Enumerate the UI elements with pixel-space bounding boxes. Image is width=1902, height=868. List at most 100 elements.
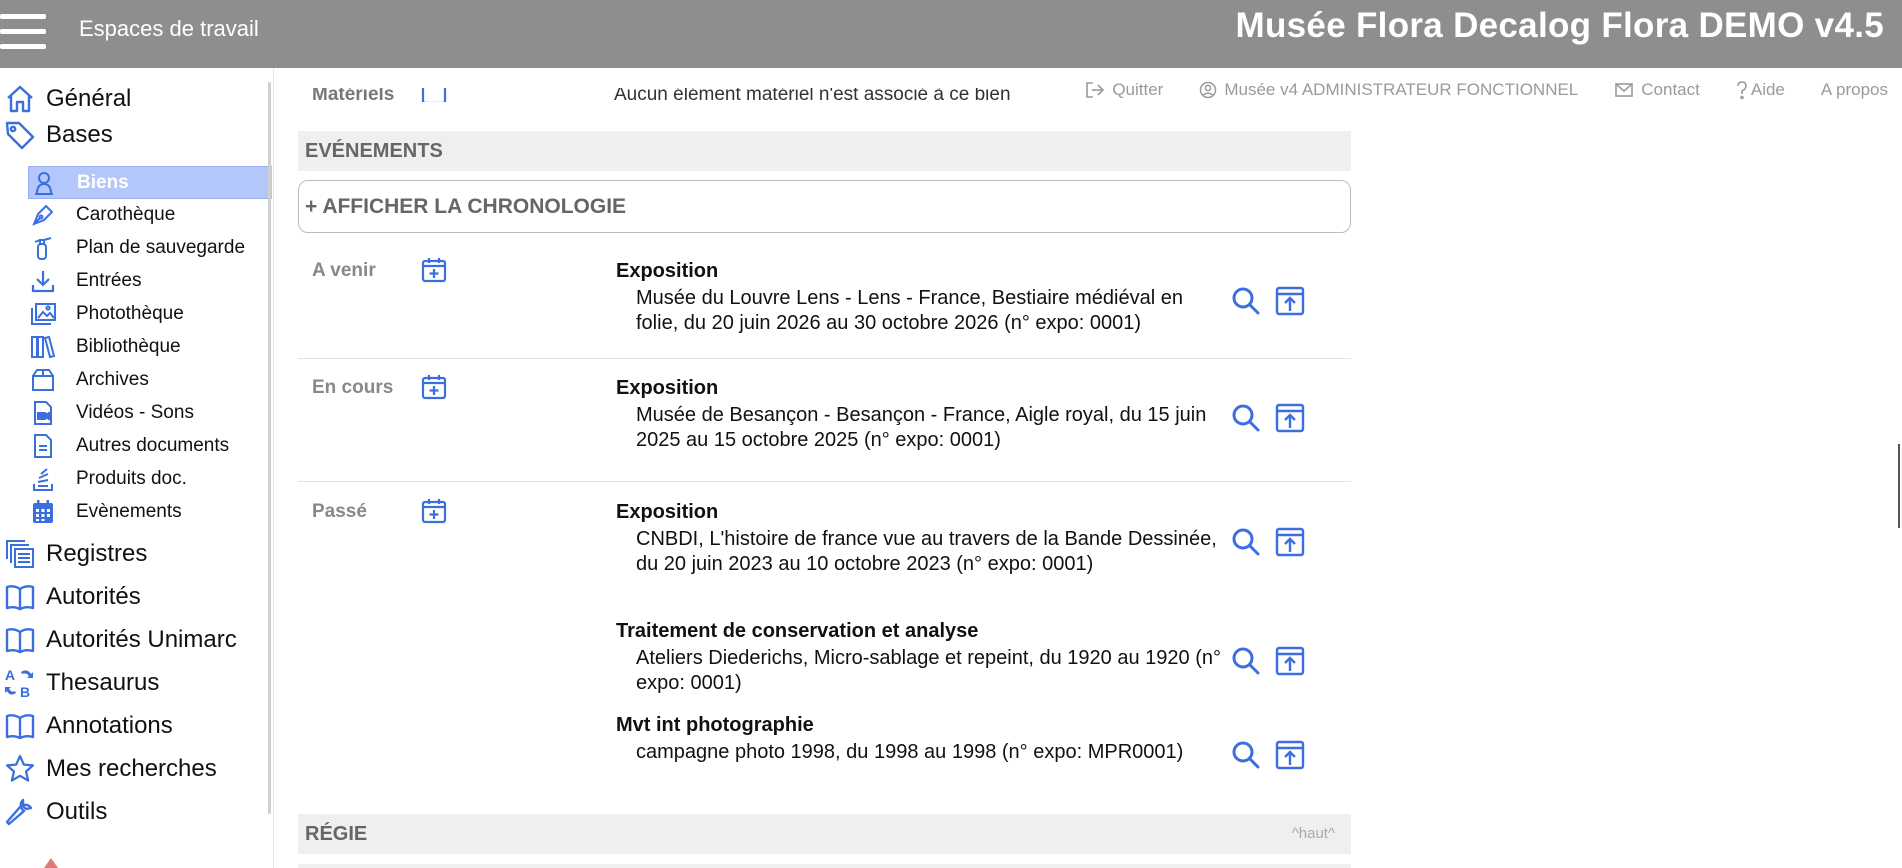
calendar-add-icon[interactable] — [420, 497, 448, 525]
main-content: Matériels Aucun élément matériel n'est a… — [298, 68, 1351, 868]
sidebar-item-videos-sons[interactable]: Vidéos - Sons — [28, 397, 272, 428]
event-title: Mvt int photographie — [616, 714, 814, 736]
open-window-icon[interactable] — [1274, 402, 1306, 434]
search-icon[interactable] — [1230, 402, 1262, 434]
events-section-title: EVÉNEMENTS — [305, 140, 443, 162]
video-file-icon — [28, 398, 58, 428]
next-section-edge — [298, 864, 1351, 868]
books-icon — [28, 332, 58, 362]
sidebar-item-outils[interactable]: Outils — [0, 793, 107, 831]
pen-icon — [28, 200, 58, 230]
search-icon[interactable] — [1230, 739, 1262, 771]
event-title: Exposition — [616, 260, 719, 282]
sidebar-item-phototheque[interactable]: Photothèque — [28, 298, 272, 329]
svg-text:B: B — [20, 684, 30, 700]
group-label: A venir — [312, 260, 376, 281]
search-icon[interactable] — [1230, 526, 1262, 558]
stack-icon — [28, 464, 58, 494]
event-description: Ateliers Diederichs, Micro-sablage et re… — [636, 647, 1221, 694]
open-window-icon[interactable] — [1274, 739, 1306, 771]
content-divider — [273, 68, 274, 868]
question-icon — [1736, 80, 1748, 100]
book-icon — [2, 579, 38, 615]
event-group-a-venir: A venir Exposition Musée du Louvre Lens … — [298, 243, 1351, 359]
book-icon — [2, 622, 38, 658]
calendar-add-icon[interactable] — [420, 373, 448, 401]
sidebar-scrollbar[interactable] — [268, 82, 271, 814]
contact-label: Contact — [1641, 80, 1700, 99]
about-label: A propos — [1820, 80, 1888, 99]
sidebar-item-bases[interactable]: Bases — [0, 116, 113, 154]
events-section-header: EVÉNEMENTS — [298, 131, 1351, 171]
contact-link[interactable]: Contact — [1614, 80, 1700, 100]
calendar-add-icon[interactable] — [420, 88, 448, 102]
event-description: CNBDI, L'histoire de france vue au trave… — [636, 528, 1217, 575]
group-label: Passé — [312, 501, 367, 522]
svg-text:A: A — [5, 667, 15, 683]
sidebar-item-autorites-unimarc[interactable]: Autorités Unimarc — [0, 621, 237, 659]
sidebar-item-entrees[interactable]: Entrées — [28, 265, 272, 296]
sidebar-item-thesaurus[interactable]: AB Thesaurus — [0, 664, 159, 702]
sidebar-item-biens[interactable]: Biens — [28, 166, 272, 199]
book-icon — [2, 708, 38, 744]
box-icon — [28, 365, 58, 395]
sidebar-item-bibliotheque[interactable]: Bibliothèque — [28, 331, 272, 362]
back-to-top-link[interactable]: ^haut^ — [1292, 814, 1335, 854]
event-title: Traitement de conservation et analyse — [616, 620, 979, 642]
about-link[interactable]: A propos — [1821, 80, 1888, 100]
workspaces-link[interactable]: Espaces de travail — [79, 16, 259, 42]
page-scrollbar[interactable] — [1898, 444, 1900, 528]
calendar-add-icon[interactable] — [420, 256, 448, 284]
sidebar-item-general[interactable]: Général — [0, 80, 131, 118]
images-icon — [28, 299, 58, 329]
regie-section-title: RÉGIE — [305, 823, 368, 845]
wrench-icon — [2, 794, 38, 830]
event-group-passe: Passé Exposition CNBDI, L'histoire de fr… — [298, 481, 1351, 868]
help-label: Aide — [1750, 80, 1785, 99]
show-chronology-button[interactable]: + AFFICHER LA CHRONOLOGIE — [298, 180, 1351, 233]
event-description: Musée de Besançon - Besançon - France, A… — [636, 404, 1207, 451]
search-icon[interactable] — [1230, 285, 1262, 317]
event-description: Musée du Louvre Lens - Lens - France, Be… — [636, 287, 1183, 334]
tag-icon — [2, 117, 38, 153]
home-icon — [2, 81, 38, 117]
sidebar-item-registres[interactable]: Registres — [0, 535, 147, 573]
sidebar-item-autorites[interactable]: Autorités — [0, 578, 141, 616]
calendar-icon — [28, 497, 58, 527]
event-title: Exposition — [616, 501, 719, 523]
sidebar: Général Bases Biens Carothèque Plan de s… — [0, 68, 272, 868]
open-window-icon[interactable] — [1274, 526, 1306, 558]
event-description: campagne photo 1998, du 1998 au 1998 (n°… — [636, 741, 1184, 763]
materiels-label: Matériels — [312, 88, 395, 102]
sidebar-item-carotheque[interactable]: Carothèque — [28, 199, 272, 230]
sidebar-item-produits-doc[interactable]: Produits doc. — [28, 463, 272, 494]
top-bar: Espaces de travail Musée Flora Decalog F… — [0, 0, 1902, 68]
sidebar-overflow-indicator — [44, 858, 58, 868]
download-icon — [28, 266, 58, 296]
app-title: Musée Flora Decalog Flora DEMO v4.5 — [1235, 6, 1884, 45]
event-group-en-cours: En cours Exposition Musée de Besançon - … — [298, 358, 1351, 482]
open-window-icon[interactable] — [1274, 645, 1306, 677]
sidebar-item-mes-recherches[interactable]: Mes recherches — [0, 750, 217, 788]
extinguisher-icon — [28, 233, 58, 263]
sidebar-item-annotations[interactable]: Annotations — [0, 707, 173, 745]
sidebar-item-evenements[interactable]: Evènements — [28, 496, 272, 527]
regie-section-header: RÉGIE ^haut^ — [298, 814, 1351, 854]
bust-icon — [29, 168, 59, 198]
sort-az-icon: AB — [2, 665, 38, 701]
group-label: En cours — [312, 377, 394, 398]
registers-icon — [2, 536, 38, 572]
star-icon — [2, 751, 38, 787]
sidebar-item-autres-documents[interactable]: Autres documents — [28, 430, 272, 461]
open-window-icon[interactable] — [1274, 285, 1306, 317]
menu-icon[interactable] — [0, 10, 46, 56]
search-icon[interactable] — [1230, 645, 1262, 677]
event-title: Exposition — [616, 377, 719, 399]
sidebar-item-archives[interactable]: Archives — [28, 364, 272, 395]
sidebar-item-plan-de-sauvegarde[interactable]: Plan de sauvegarde — [28, 232, 272, 263]
materiels-row: Matériels Aucun élément matériel n'est a… — [298, 88, 1351, 102]
document-icon — [28, 431, 58, 461]
materiels-text: Aucun élément matériel n'est associé à c… — [614, 88, 1011, 102]
help-link[interactable]: Aide — [1736, 80, 1785, 100]
envelope-icon — [1614, 82, 1634, 98]
